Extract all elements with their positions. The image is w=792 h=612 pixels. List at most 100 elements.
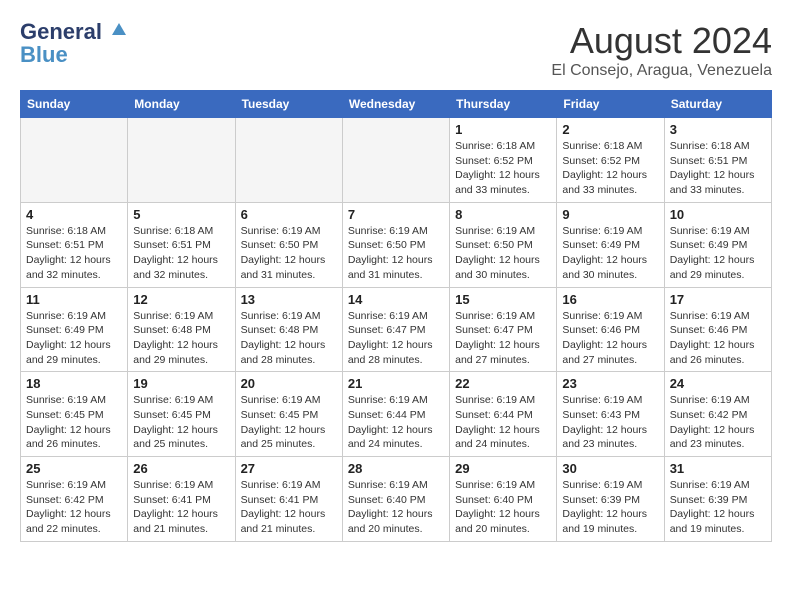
day-info: Sunrise: 6:19 AM Sunset: 6:39 PM Dayligh… [562,478,658,537]
calendar-day-cell: 31Sunrise: 6:19 AM Sunset: 6:39 PM Dayli… [664,457,771,542]
day-number: 21 [348,376,444,391]
title-block: August 2024 El Consejo, Aragua, Venezuel… [551,20,772,80]
day-info: Sunrise: 6:19 AM Sunset: 6:49 PM Dayligh… [670,224,766,283]
calendar-day-cell: 12 Sunrise: 6:19 AM Sunset: 6:48 PM Dayli… [128,287,235,372]
calendar-day-cell: 2Sunrise: 6:18 AM Sunset: 6:52 PM Daylig… [557,118,664,203]
day-info: Sunrise: 6:19 AM Sunset: 6:47 PM Dayligh… [455,309,551,368]
calendar-week-row: 4Sunrise: 6:18 AM Sunset: 6:51 PM Daylig… [21,202,772,287]
calendar-day-cell: 22 Sunrise: 6:19 AM Sunset: 6:44 PM Dayli… [450,372,557,457]
day-number: 16 [562,292,658,307]
calendar-day-cell: 23 Sunrise: 6:19 AM Sunset: 6:43 PM Dayli… [557,372,664,457]
calendar-day-cell: 15 Sunrise: 6:19 AM Sunset: 6:47 PM Dayli… [450,287,557,372]
day-number: 29 [455,461,551,476]
day-number: 26 [133,461,229,476]
day-number: 14 [348,292,444,307]
day-info: Sunrise: 6:19 AM Sunset: 6:40 PM Dayligh… [455,478,551,537]
day-info: Sunrise: 6:19 AM Sunset: 6:50 PM Dayligh… [348,224,444,283]
day-number: 11 [26,292,122,307]
logo-icon [110,21,128,39]
day-info: Sunrise: 6:19 AM Sunset: 6:49 PM Dayligh… [562,224,658,283]
weekday-header-cell: Saturday [664,91,771,118]
day-info: Sunrise: 6:19 AM Sunset: 6:48 PM Dayligh… [133,309,229,368]
day-number: 24 [670,376,766,391]
day-number: 12 [133,292,229,307]
day-info: Sunrise: 6:19 AM Sunset: 6:43 PM Dayligh… [562,393,658,452]
weekday-header-cell: Monday [128,91,235,118]
calendar-day-cell: 14 Sunrise: 6:19 AM Sunset: 6:47 PM Dayli… [342,287,449,372]
day-number: 27 [241,461,337,476]
day-info: Sunrise: 6:18 AM Sunset: 6:51 PM Dayligh… [133,224,229,283]
day-info: Sunrise: 6:19 AM Sunset: 6:50 PM Dayligh… [241,224,337,283]
day-info: Sunrise: 6:19 AM Sunset: 6:44 PM Dayligh… [455,393,551,452]
day-number: 8 [455,207,551,222]
logo: General Blue [20,20,128,66]
day-info: Sunrise: 6:19 AM Sunset: 6:45 PM Dayligh… [133,393,229,452]
day-info: Sunrise: 6:18 AM Sunset: 6:51 PM Dayligh… [670,139,766,198]
calendar-day-cell: 5 Sunrise: 6:18 AM Sunset: 6:51 PM Daylig… [128,202,235,287]
day-number: 30 [562,461,658,476]
weekday-header-cell: Thursday [450,91,557,118]
day-info: Sunrise: 6:19 AM Sunset: 6:42 PM Dayligh… [26,478,122,537]
day-info: Sunrise: 6:18 AM Sunset: 6:51 PM Dayligh… [26,224,122,283]
day-number: 10 [670,207,766,222]
day-number: 1 [455,122,551,137]
day-number: 23 [562,376,658,391]
calendar-day-cell: 17 Sunrise: 6:19 AM Sunset: 6:46 PM Dayli… [664,287,771,372]
calendar-week-row: 1 Sunrise: 6:18 AM Sunset: 6:52 PM Daylig… [21,118,772,203]
page-header: General Blue August 2024 El Consejo, Ara… [20,20,772,80]
calendar-day-cell: 9 Sunrise: 6:19 AM Sunset: 6:49 PM Daylig… [557,202,664,287]
calendar-day-cell: 28 Sunrise: 6:19 AM Sunset: 6:40 PM Dayli… [342,457,449,542]
day-info: Sunrise: 6:19 AM Sunset: 6:40 PM Dayligh… [348,478,444,537]
calendar-week-row: 11 Sunrise: 6:19 AM Sunset: 6:49 PM Dayli… [21,287,772,372]
day-info: Sunrise: 6:19 AM Sunset: 6:47 PM Dayligh… [348,309,444,368]
calendar-day-cell [21,118,128,203]
day-number: 5 [133,207,229,222]
day-number: 7 [348,207,444,222]
calendar-day-cell [235,118,342,203]
day-number: 3 [670,122,766,137]
calendar-day-cell: 25 Sunrise: 6:19 AM Sunset: 6:42 PM Dayli… [21,457,128,542]
calendar-day-cell: 27 Sunrise: 6:19 AM Sunset: 6:41 PM Dayli… [235,457,342,542]
day-info: Sunrise: 6:19 AM Sunset: 6:48 PM Dayligh… [241,309,337,368]
weekday-header-cell: Friday [557,91,664,118]
day-number: 6 [241,207,337,222]
day-number: 9 [562,207,658,222]
calendar-day-cell [128,118,235,203]
day-info: Sunrise: 6:18 AM Sunset: 6:52 PM Dayligh… [562,139,658,198]
location-subtitle: El Consejo, Aragua, Venezuela [551,62,772,80]
weekday-header-cell: Tuesday [235,91,342,118]
calendar-day-cell: 29 Sunrise: 6:19 AM Sunset: 6:40 PM Dayli… [450,457,557,542]
calendar-day-cell: 30 Sunrise: 6:19 AM Sunset: 6:39 PM Dayli… [557,457,664,542]
calendar-day-cell: 8 Sunrise: 6:19 AM Sunset: 6:50 PM Daylig… [450,202,557,287]
calendar-day-cell: 7 Sunrise: 6:19 AM Sunset: 6:50 PM Daylig… [342,202,449,287]
day-number: 22 [455,376,551,391]
logo-text: General [20,20,128,44]
day-info: Sunrise: 6:19 AM Sunset: 6:46 PM Dayligh… [562,309,658,368]
day-number: 20 [241,376,337,391]
calendar-day-cell [342,118,449,203]
day-info: Sunrise: 6:19 AM Sunset: 6:41 PM Dayligh… [241,478,337,537]
day-info: Sunrise: 6:19 AM Sunset: 6:44 PM Dayligh… [348,393,444,452]
calendar-day-cell: 19Sunrise: 6:19 AM Sunset: 6:45 PM Dayli… [128,372,235,457]
weekday-header-row: SundayMondayTuesdayWednesdayThursdayFrid… [21,91,772,118]
day-info: Sunrise: 6:19 AM Sunset: 6:45 PM Dayligh… [241,393,337,452]
day-info: Sunrise: 6:19 AM Sunset: 6:49 PM Dayligh… [26,309,122,368]
calendar-day-cell: 26Sunrise: 6:19 AM Sunset: 6:41 PM Dayli… [128,457,235,542]
calendar-week-row: 18Sunrise: 6:19 AM Sunset: 6:45 PM Dayli… [21,372,772,457]
calendar-day-cell: 11 Sunrise: 6:19 AM Sunset: 6:49 PM Dayli… [21,287,128,372]
day-info: Sunrise: 6:19 AM Sunset: 6:50 PM Dayligh… [455,224,551,283]
calendar-table: SundayMondayTuesdayWednesdayThursdayFrid… [20,90,772,542]
calendar-day-cell: 4Sunrise: 6:18 AM Sunset: 6:51 PM Daylig… [21,202,128,287]
calendar-day-cell: 10 Sunrise: 6:19 AM Sunset: 6:49 PM Dayli… [664,202,771,287]
day-number: 15 [455,292,551,307]
day-info: Sunrise: 6:19 AM Sunset: 6:46 PM Dayligh… [670,309,766,368]
day-number: 17 [670,292,766,307]
calendar-day-cell: 20 Sunrise: 6:19 AM Sunset: 6:45 PM Dayli… [235,372,342,457]
calendar-day-cell: 3 Sunrise: 6:18 AM Sunset: 6:51 PM Daylig… [664,118,771,203]
calendar-day-cell: 24 Sunrise: 6:19 AM Sunset: 6:42 PM Dayli… [664,372,771,457]
day-number: 25 [26,461,122,476]
calendar-body: 1 Sunrise: 6:18 AM Sunset: 6:52 PM Daylig… [21,118,772,542]
day-info: Sunrise: 6:19 AM Sunset: 6:42 PM Dayligh… [670,393,766,452]
day-number: 28 [348,461,444,476]
month-title: August 2024 [551,20,772,62]
